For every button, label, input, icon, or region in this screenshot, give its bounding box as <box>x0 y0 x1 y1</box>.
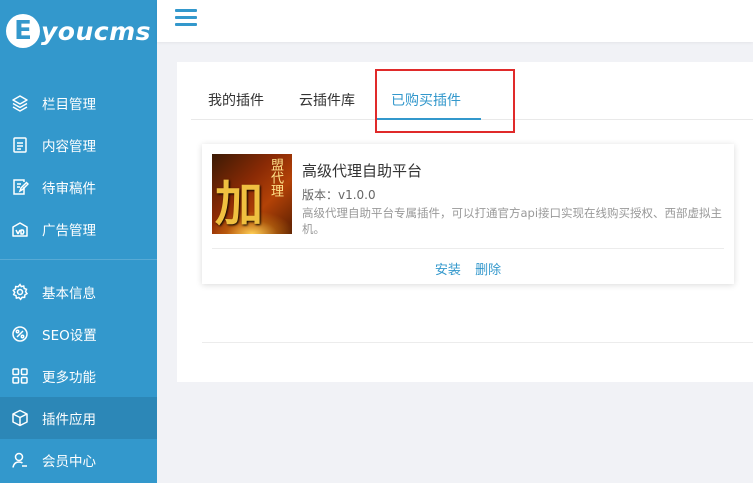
card-divider <box>212 248 724 249</box>
sidebar-item-label: 广告管理 <box>42 223 96 239</box>
ad-icon <box>11 220 29 238</box>
grid-icon <box>11 367 29 385</box>
tab-my-plugins[interactable]: 我的插件 <box>208 90 264 110</box>
sidebar-item-label: 栏目管理 <box>42 97 96 113</box>
plugin-version: 版本：v1.0.0 <box>302 188 376 202</box>
document-icon <box>11 136 29 154</box>
edit-document-icon <box>11 178 29 196</box>
sidebar-item-basic-info[interactable]: 基本信息 <box>0 271 157 313</box>
gear-icon <box>11 283 29 301</box>
sidebar-item-member-center[interactable]: 会员中心 <box>0 439 157 481</box>
seo-icon <box>11 325 29 343</box>
sidebar-item-content-management[interactable]: 内容管理 <box>0 124 157 166</box>
sidebar-item-label: 内容管理 <box>42 139 96 155</box>
install-link[interactable]: 安装 <box>435 263 461 278</box>
sidebar-divider <box>0 259 157 260</box>
sidebar-item-plugin-apps[interactable]: 插件应用 <box>0 397 157 439</box>
sidebar-item-label: 插件应用 <box>42 412 96 428</box>
sidebar-item-column-management[interactable]: 栏目管理 <box>0 82 157 124</box>
sidebar-item-label: 基本信息 <box>42 286 96 302</box>
cube-icon <box>11 409 29 427</box>
highlight-annotation-box <box>375 69 515 133</box>
sidebar: E youcms 栏目管理 内容管理 待审稿件 广告管理 基本信息 SEO设置 … <box>0 0 157 483</box>
tab-cloud-plugin-library[interactable]: 云插件库 <box>299 90 355 110</box>
thumbnail-vertical-text: 盟代理 <box>268 158 283 197</box>
user-icon <box>11 451 29 469</box>
logo-text: youcms <box>41 16 152 46</box>
list-bottom-divider <box>202 342 753 343</box>
logo[interactable]: E youcms <box>6 8 151 54</box>
main-panel: 我的插件 云插件库 已购买插件 加 盟代理 高级代理自助平台 版本：v1.0.0… <box>177 62 753 382</box>
hamburger-menu-icon[interactable] <box>175 9 197 27</box>
sidebar-item-pending-review[interactable]: 待审稿件 <box>0 166 157 208</box>
tab-bar: 我的插件 云插件库 已购买插件 <box>191 62 753 133</box>
plugin-title: 高级代理自助平台 <box>302 162 423 180</box>
sidebar-item-more-features[interactable]: 更多功能 <box>0 355 157 397</box>
sidebar-item-label: 更多功能 <box>42 370 96 386</box>
sidebar-item-seo-settings[interactable]: SEO设置 <box>0 313 157 355</box>
plugin-actions: 安装 删除 <box>202 259 734 278</box>
top-bar <box>157 0 753 42</box>
delete-link[interactable]: 删除 <box>475 263 501 278</box>
plugin-card: 加 盟代理 高级代理自助平台 版本：v1.0.0 高级代理自助平台专属插件，可以… <box>202 144 734 284</box>
sidebar-item-label: 待审稿件 <box>42 181 96 197</box>
sidebar-item-ad-management[interactable]: 广告管理 <box>0 208 157 250</box>
plugin-thumbnail: 加 盟代理 <box>212 154 292 234</box>
thumbnail-big-char: 加 <box>215 176 264 232</box>
plugin-description: 高级代理自助平台专属插件，可以打通官方api接口实现在线购买授权、西部虚拟主机。 <box>302 206 723 236</box>
logo-mark: E <box>6 14 40 48</box>
sidebar-item-label: SEO设置 <box>42 328 97 344</box>
layers-icon <box>11 94 29 112</box>
sidebar-item-label: 会员中心 <box>42 454 96 470</box>
